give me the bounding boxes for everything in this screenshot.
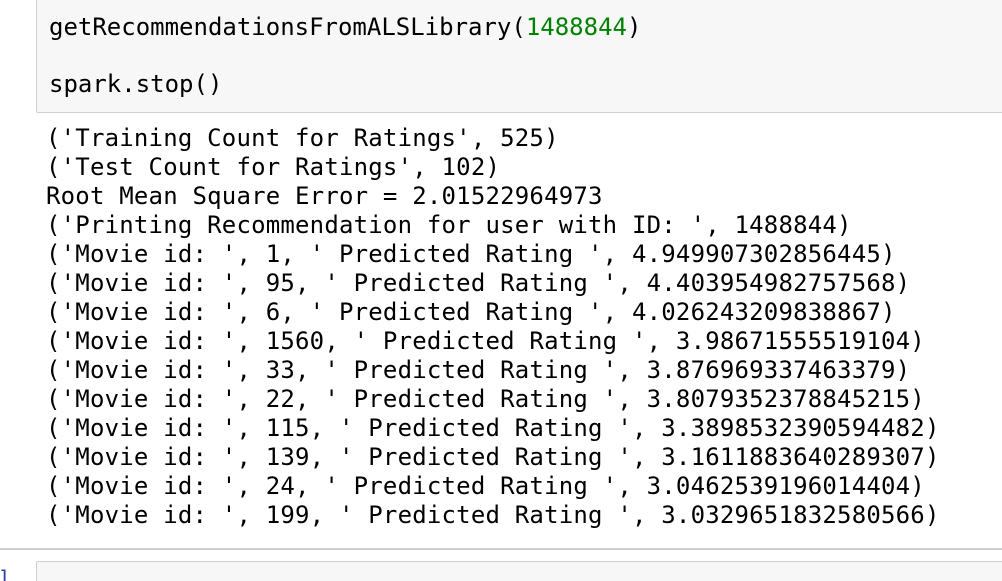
code-line-function-call[interactable]: getRecommendationsFromALSLibrary(1488844… bbox=[49, 13, 641, 41]
output-line: ('Movie id: ', 139, ' Predicted Rating '… bbox=[46, 443, 940, 471]
code-line-spark-stop[interactable]: spark.stop() bbox=[49, 70, 222, 98]
output-line: ('Movie id: ', 115, ' Predicted Rating '… bbox=[46, 414, 940, 442]
output-line: ('Movie id: ', 199, ' Predicted Rating '… bbox=[46, 501, 940, 529]
number-literal: 1488844 bbox=[525, 13, 627, 41]
next-cell-prompt: ] bbox=[0, 568, 10, 581]
function-call-text: getRecommendationsFromALSLibrary( bbox=[49, 13, 526, 41]
output-line: ('Test Count for Ratings', 102) bbox=[46, 153, 501, 181]
output-line: Root Mean Square Error = 2.01522964973 bbox=[46, 182, 603, 210]
cell-output: ('Training Count for Ratings', 525) ('Te… bbox=[36, 124, 996, 534]
output-line: ('Printing Recommendation for user with … bbox=[46, 211, 852, 239]
output-line: ('Movie id: ', 95, ' Predicted Rating ',… bbox=[46, 269, 911, 297]
notebook-page: getRecommendationsFromALSLibrary(1488844… bbox=[0, 0, 1002, 581]
output-line: ('Movie id: ', 33, ' Predicted Rating ',… bbox=[46, 356, 911, 384]
output-line: ('Movie id: ', 6, ' Predicted Rating ', … bbox=[46, 298, 896, 326]
output-line: ('Movie id: ', 22, ' Predicted Rating ',… bbox=[46, 385, 925, 413]
output-line: ('Movie id: ', 1560, ' Predicted Rating … bbox=[46, 327, 925, 355]
code-input-cell[interactable]: getRecommendationsFromALSLibrary(1488844… bbox=[36, 0, 1002, 113]
cell-divider bbox=[0, 548, 1002, 550]
closing-paren: ) bbox=[626, 13, 642, 41]
next-code-input-cell[interactable] bbox=[36, 561, 1002, 581]
output-line: ('Movie id: ', 1, ' Predicted Rating ', … bbox=[46, 240, 896, 268]
output-line: ('Movie id: ', 24, ' Predicted Rating ',… bbox=[46, 472, 925, 500]
output-line: ('Training Count for Ratings', 525) bbox=[46, 124, 559, 152]
